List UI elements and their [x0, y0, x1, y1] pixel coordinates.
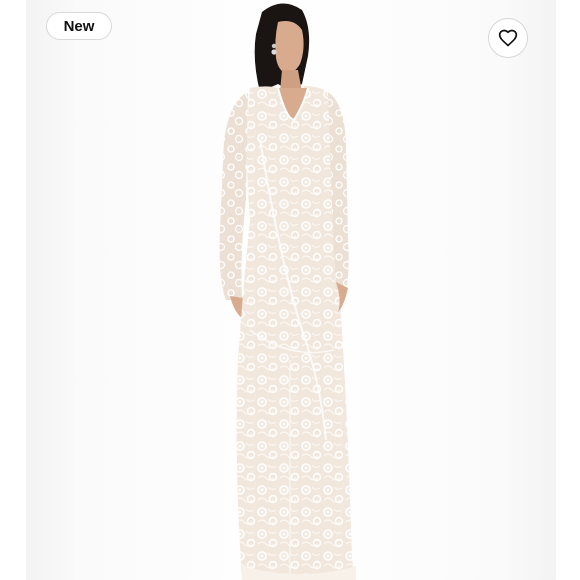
image-margin-left — [0, 0, 26, 580]
new-badge-label: New — [63, 17, 95, 35]
product-image-card[interactable]: New — [0, 0, 580, 580]
favorite-button[interactable] — [488, 18, 528, 58]
new-badge: New — [46, 12, 112, 40]
image-margin-right — [556, 0, 580, 580]
heart-outline-icon — [498, 29, 518, 47]
product-photo — [219, 3, 356, 580]
